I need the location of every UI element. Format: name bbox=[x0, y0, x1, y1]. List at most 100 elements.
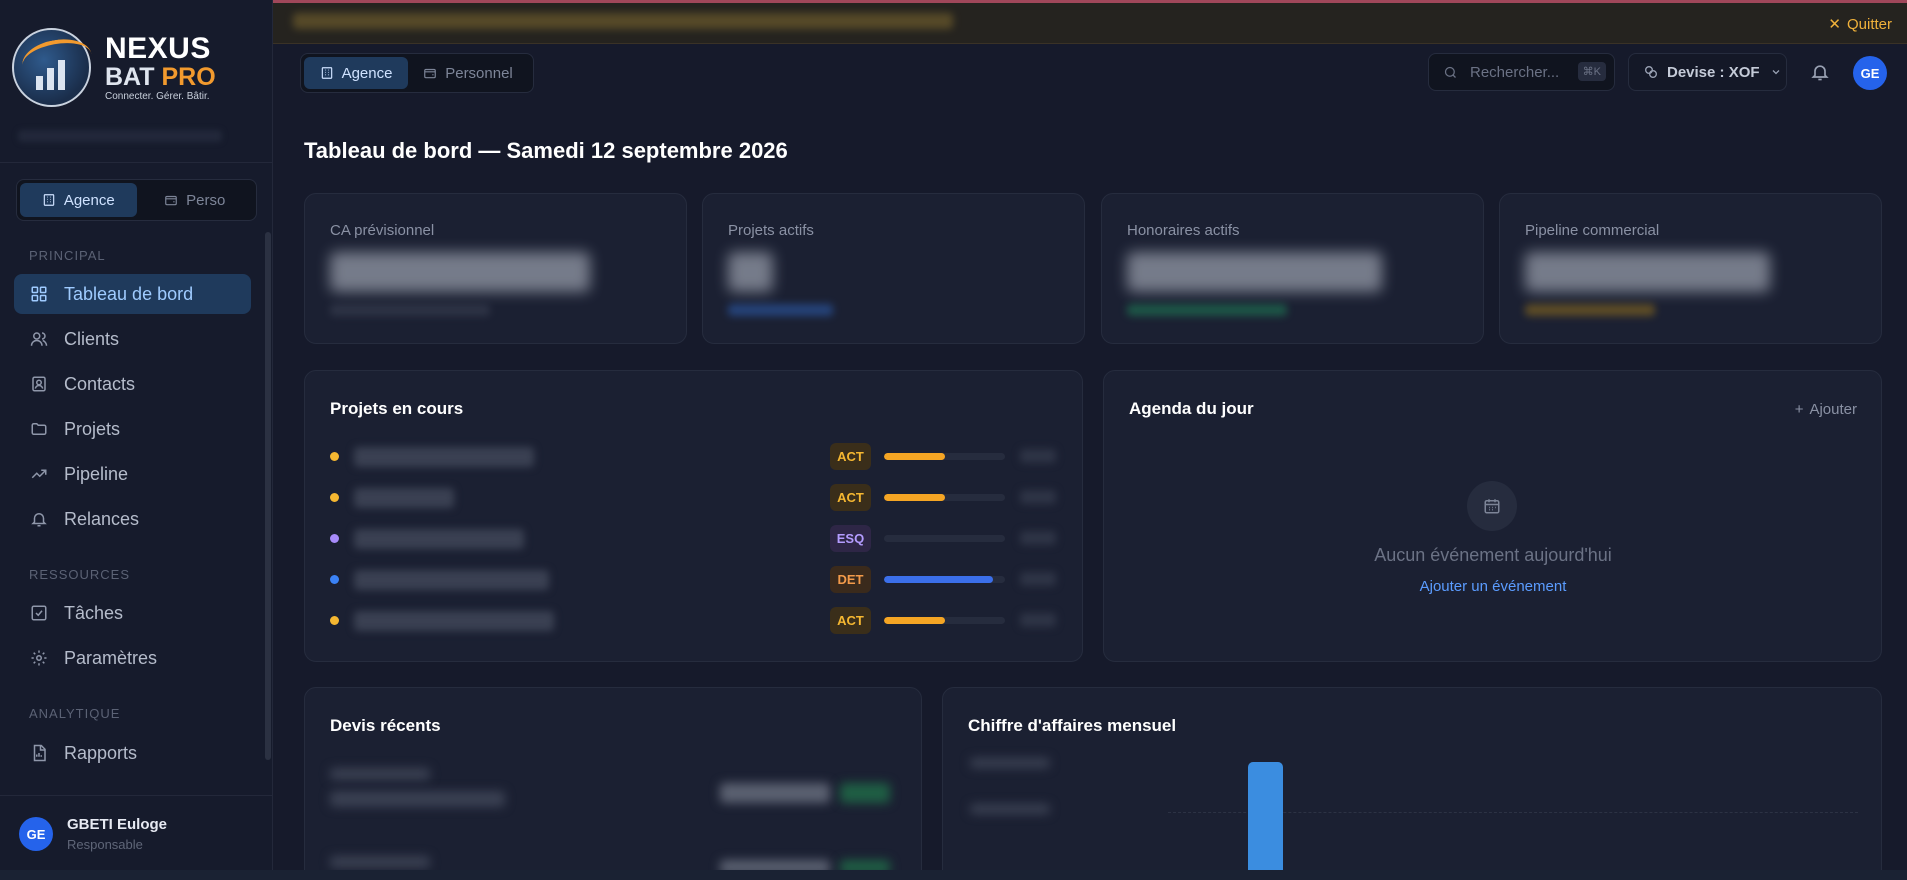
plus-icon: + bbox=[1794, 401, 1804, 418]
agenda-add-button[interactable]: + Ajouter bbox=[1795, 401, 1857, 418]
redacted-percentage bbox=[1020, 531, 1056, 545]
building-icon bbox=[321, 67, 332, 79]
kpi-label: CA prévisionnel bbox=[330, 222, 435, 239]
quit-label: Quitter bbox=[1846, 15, 1892, 33]
wallet-icon bbox=[424, 68, 437, 79]
window-bottom-edge bbox=[0, 870, 1907, 880]
sidebar-item-clients[interactable]: Clients bbox=[14, 319, 251, 359]
divider bbox=[0, 162, 273, 163]
phase-badge: ACT bbox=[830, 443, 871, 470]
section-label-principal: PRINCIPAL bbox=[29, 248, 106, 263]
sidebar-item-taches[interactable]: Tâches bbox=[14, 593, 251, 633]
sidebar-item-label: Contacts bbox=[64, 373, 136, 394]
redacted-project-name bbox=[354, 529, 524, 549]
card-title: Projets en cours bbox=[330, 399, 464, 418]
redacted-value bbox=[728, 252, 773, 292]
card-title: Devis récents bbox=[330, 716, 441, 735]
redacted-axis-label bbox=[970, 758, 1050, 768]
kpi-card-pipeline-commercial[interactable]: Pipeline commercial bbox=[1499, 193, 1882, 344]
progress-bar bbox=[884, 535, 1005, 542]
sidebar-item-contacts[interactable]: Contacts bbox=[14, 364, 251, 404]
currency-select[interactable]: Devise : XOF bbox=[1628, 53, 1787, 91]
redacted-text bbox=[330, 856, 430, 868]
trending-up-icon bbox=[31, 469, 47, 479]
bell-icon bbox=[31, 513, 47, 527]
kpi-card-ca-previsionnel[interactable]: CA prévisionnel bbox=[304, 193, 687, 344]
redacted-project-name bbox=[354, 488, 454, 508]
card-title: Chiffre d'affaires mensuel bbox=[968, 716, 1177, 735]
agenda-empty-text: Aucun événement aujourd'hui bbox=[1374, 545, 1612, 565]
kpi-label: Honoraires actifs bbox=[1127, 222, 1240, 239]
contacts-icon bbox=[32, 376, 46, 392]
avatar: GE bbox=[19, 817, 53, 851]
calendar-icon bbox=[1467, 481, 1517, 531]
notifications-bell-icon[interactable] bbox=[1810, 62, 1830, 82]
search-input[interactable]: Rechercher... ⌘K bbox=[1428, 53, 1615, 91]
progress-fill bbox=[884, 617, 945, 624]
agenda-du-jour-card: Agenda du jour + Ajouter Aucun événement… bbox=[1103, 370, 1882, 662]
section-label-ressources: RESSOURCES bbox=[29, 567, 131, 582]
sidebar-item-label: Relances bbox=[64, 508, 140, 529]
kpi-card-projets-actifs[interactable]: Projets actifs bbox=[702, 193, 1085, 344]
projets-en-cours-card: Projets en cours ACT ACT ESQ DET ACT bbox=[304, 370, 1083, 662]
quit-button[interactable]: ✕ Quitter bbox=[1828, 15, 1892, 34]
progress-fill bbox=[884, 453, 945, 460]
tab-agence[interactable]: Agence bbox=[304, 57, 408, 89]
redacted-status bbox=[840, 783, 890, 803]
avatar[interactable]: GE bbox=[1853, 56, 1887, 90]
gear-icon bbox=[31, 650, 47, 666]
search-placeholder: Rechercher... bbox=[1470, 63, 1560, 81]
user-name: GBETI Euloge bbox=[67, 816, 168, 833]
sidebar-item-pipeline[interactable]: Pipeline bbox=[14, 454, 251, 494]
kpi-card-honoraires-actifs[interactable]: Honoraires actifs bbox=[1101, 193, 1484, 344]
status-dot bbox=[330, 534, 339, 543]
sidebar-mode-toggle: Agence Perso bbox=[16, 179, 257, 221]
user-profile[interactable]: GE GBETI Euloge Responsable bbox=[19, 816, 167, 852]
sidebar-mode-agence[interactable]: Agence bbox=[20, 183, 137, 217]
redacted-value bbox=[330, 252, 590, 292]
add-event-link[interactable]: Ajouter un événement bbox=[1104, 578, 1882, 595]
phase-badge: DET bbox=[830, 566, 871, 593]
redacted-axis-label bbox=[970, 804, 1050, 814]
tab-personnel-label: Personnel bbox=[445, 64, 513, 82]
chiffre-affaires-card: Chiffre d'affaires mensuel bbox=[942, 687, 1882, 880]
top-banner: ✕ Quitter bbox=[273, 0, 1907, 44]
redacted-percentage bbox=[1020, 572, 1056, 586]
redacted-text bbox=[330, 768, 430, 780]
sidebar: NEXUS BAT PRO Connecter. Gérer. Bâtir. A… bbox=[0, 0, 273, 880]
sidebar-item-label: Rapports bbox=[64, 742, 138, 763]
sidebar-item-parametres[interactable]: Paramètres bbox=[14, 638, 251, 678]
sidebar-item-label: Pipeline bbox=[64, 463, 129, 484]
project-row[interactable]: ACT bbox=[330, 606, 1060, 636]
close-icon: ✕ bbox=[1828, 16, 1841, 33]
brand-name: NEXUS bbox=[105, 31, 211, 65]
section-label-analytique: ANALYTIQUE bbox=[29, 706, 121, 721]
sidebar-scrollbar[interactable] bbox=[265, 232, 271, 760]
progress-fill bbox=[884, 494, 945, 501]
tab-personnel[interactable]: Personnel bbox=[408, 57, 528, 89]
project-row[interactable]: DET bbox=[330, 565, 1060, 595]
sidebar-item-tableau-de-bord[interactable]: Tableau de bord bbox=[14, 274, 251, 314]
sidebar-mode-perso[interactable]: Perso bbox=[137, 183, 254, 217]
report-icon bbox=[33, 744, 46, 762]
phase-badge: ACT bbox=[830, 484, 871, 511]
progress-bar bbox=[884, 494, 1005, 501]
status-dot bbox=[330, 493, 339, 502]
redacted-project-name bbox=[354, 447, 534, 467]
devis-recents-card: Devis récents bbox=[304, 687, 922, 880]
progress-bar bbox=[884, 576, 1005, 583]
chart-bar[interactable] bbox=[1248, 762, 1283, 880]
brand-logo[interactable]: NEXUS BAT PRO Connecter. Gérer. Bâtir. bbox=[12, 28, 216, 107]
sidebar-item-rapports[interactable]: Rapports bbox=[14, 733, 251, 773]
status-dot bbox=[330, 575, 339, 584]
progress-fill bbox=[884, 576, 993, 583]
search-icon bbox=[1444, 66, 1456, 78]
project-row[interactable]: ESQ bbox=[330, 524, 1060, 554]
project-row[interactable]: ACT bbox=[330, 442, 1060, 472]
redacted-subtext bbox=[1525, 304, 1655, 316]
sidebar-item-projets[interactable]: Projets bbox=[14, 409, 251, 449]
checkbox-icon bbox=[31, 605, 47, 621]
sidebar-item-relances[interactable]: Relances bbox=[14, 499, 251, 539]
brand-pro: PRO bbox=[161, 62, 216, 91]
project-row[interactable]: ACT bbox=[330, 483, 1060, 513]
